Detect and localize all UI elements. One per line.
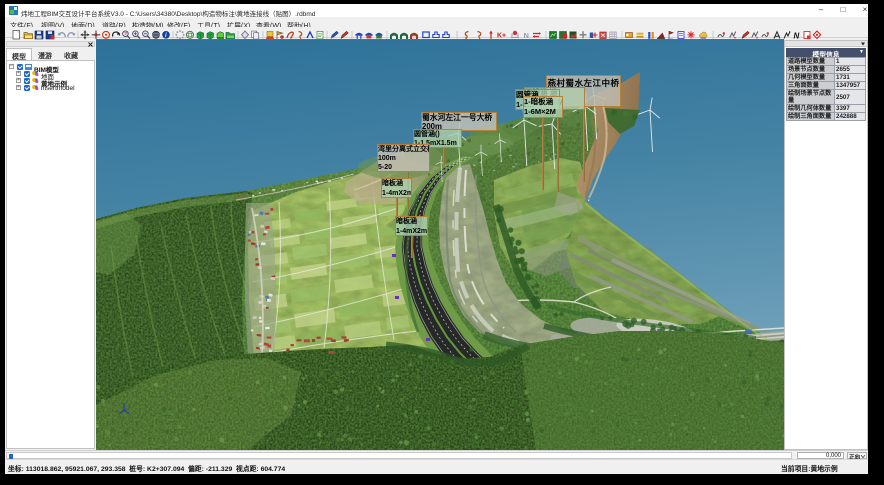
svg-text:?: ? [124,31,127,36]
svg-text:N: N [794,31,800,40]
